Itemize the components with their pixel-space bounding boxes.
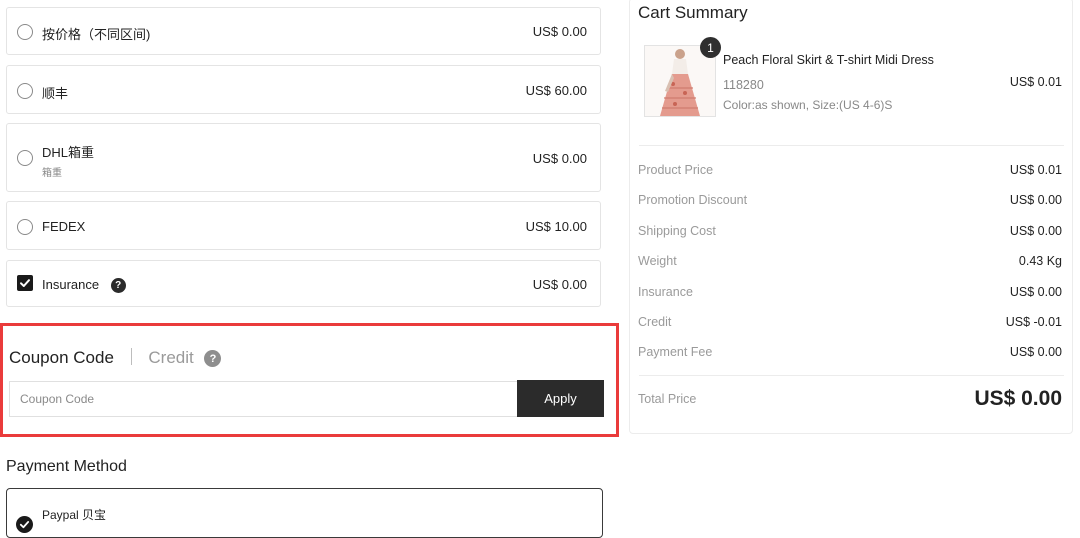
summary-label-shipping-cost: Shipping Cost	[638, 224, 716, 238]
product-attributes: Color:as shown, Size:(US 4-6)S	[723, 98, 893, 112]
question-circle-icon[interactable]: ?	[110, 278, 126, 294]
total-price-value: US$ 0.00	[974, 387, 1062, 410]
shipping-option-label: FEDEX	[42, 219, 86, 234]
insurance-label: Insurance	[42, 277, 100, 292]
question-circle-icon[interactable]: ?	[204, 350, 222, 368]
check-icon	[20, 279, 30, 287]
shipping-option-dhl[interactable]: DHL箱重 箱重 US$ 0.00	[6, 123, 601, 192]
summary-value-insurance: US$ 0.00	[1009, 285, 1062, 299]
summary-value-product-price: US$ 0.01	[1009, 163, 1062, 177]
insurance-price: US$ 0.00	[532, 277, 587, 292]
summary-label-insurance: Insurance	[638, 285, 693, 299]
summary-label-product-price: Product Price	[638, 163, 714, 177]
summary-value-weight: 0.43 Kg	[1018, 254, 1062, 268]
apply-coupon-button[interactable]: Apply	[517, 380, 604, 417]
shipping-option-label: DHL箱重	[42, 145, 95, 160]
product-price: US$ 0.01	[1009, 75, 1062, 89]
radio-button[interactable]	[17, 150, 33, 166]
coupon-tabs: Coupon Code Credit ?	[9, 348, 222, 368]
radio-button[interactable]	[17, 219, 33, 235]
radio-button[interactable]	[17, 24, 33, 40]
summary-value-credit: US$ -0.01	[1005, 315, 1062, 329]
divider	[639, 375, 1064, 376]
insurance-checkbox[interactable]	[17, 275, 33, 291]
payment-selected-indicator[interactable]	[16, 516, 33, 533]
shipping-option-price: US$ 0.00	[532, 151, 587, 166]
shipping-option-label: 按价格（不同区间)	[42, 27, 151, 42]
product-name[interactable]: Peach Floral Skirt & T-shirt Midi Dress	[723, 53, 934, 67]
insurance-label-row: Insurance ?	[42, 277, 126, 294]
product-sku: 118280	[723, 78, 764, 92]
checkout-left-column: 按价格（不同区间) US$ 0.00 顺丰 US$ 60.00 DHL箱重 箱重…	[0, 0, 619, 538]
payment-option-label: Paypal 贝宝	[42, 508, 107, 522]
summary-value-shipping-cost: US$ 0.00	[1009, 224, 1062, 238]
shipping-option-price: US$ 60.00	[525, 83, 587, 98]
insurance-option[interactable]: Insurance ? US$ 0.00	[6, 260, 601, 307]
shipping-option-sf[interactable]: 顺丰 US$ 60.00	[6, 65, 601, 114]
summary-label-credit: Credit	[638, 315, 672, 329]
summary-value-promotion-discount: US$ 0.00	[1009, 193, 1062, 207]
divider	[639, 145, 1064, 146]
coupon-section: Coupon Code Credit ? Apply	[0, 323, 619, 437]
summary-label-promotion-discount: Promotion Discount	[638, 193, 748, 207]
shipping-option-price: US$ 0.00	[532, 24, 587, 39]
total-price-label: Total Price	[638, 392, 697, 406]
payment-option-paypal[interactable]: Paypal 贝宝	[6, 488, 603, 538]
tab-coupon-code[interactable]: Coupon Code	[9, 348, 114, 367]
summary-label-weight: Weight	[638, 254, 677, 268]
shipping-option-fedex[interactable]: FEDEX US$ 10.00	[6, 201, 601, 250]
shipping-option-price: US$ 10.00	[525, 219, 587, 234]
shipping-option-price-range[interactable]: 按价格（不同区间) US$ 0.00	[6, 7, 601, 55]
radio-button[interactable]	[17, 83, 33, 99]
shipping-option-label: 顺丰	[42, 86, 69, 101]
check-icon	[19, 521, 30, 529]
tab-divider	[130, 348, 132, 365]
cart-summary-title: Cart Summary	[638, 3, 748, 22]
coupon-code-input[interactable]	[9, 381, 520, 417]
tab-credit[interactable]: Credit	[148, 348, 193, 367]
summary-value-payment-fee: US$ 0.00	[1009, 345, 1062, 359]
cart-summary-panel: Cart Summary 1 Peach Floral Skirt & T-sh…	[629, 0, 1073, 434]
shipping-option-sublabel: 箱重	[42, 168, 62, 179]
payment-method-title: Payment Method	[6, 458, 127, 475]
summary-label-payment-fee: Payment Fee	[638, 345, 713, 359]
quantity-badge: 1	[700, 37, 721, 58]
